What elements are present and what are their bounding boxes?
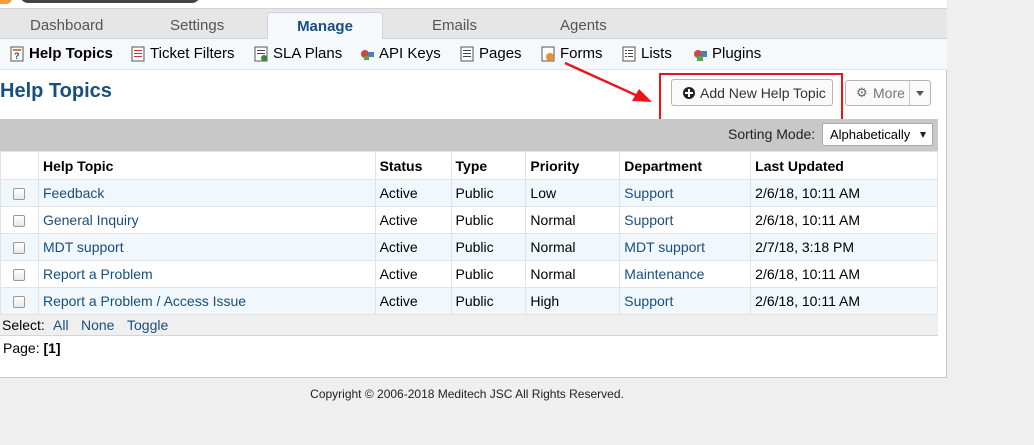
red-arrow-annotation — [564, 61, 652, 102]
arrow-shaft — [564, 61, 641, 99]
copyright-footer: Copyright © 2006-2018 Meditech JSC All R… — [310, 387, 624, 401]
